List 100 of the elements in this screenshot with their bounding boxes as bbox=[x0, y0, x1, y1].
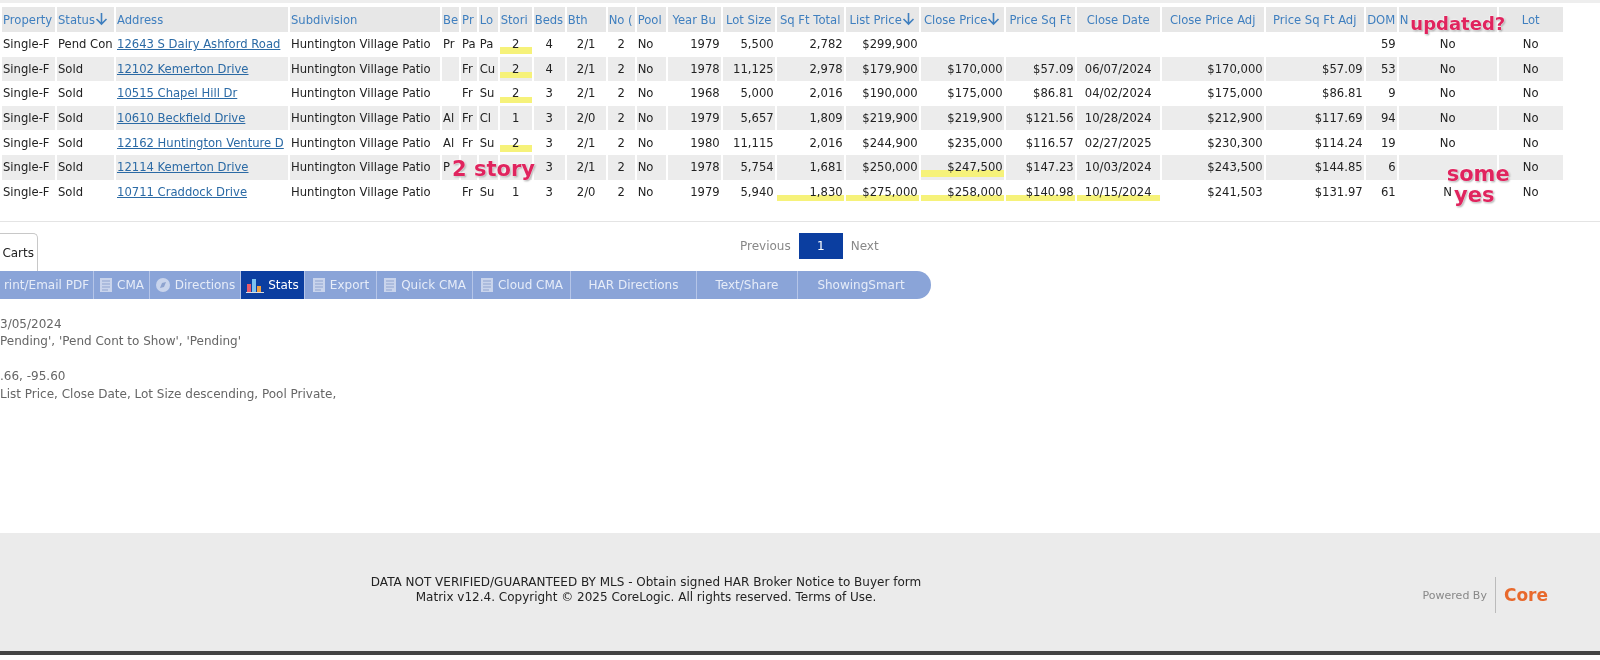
table-cell: Cu bbox=[478, 56, 498, 82]
table-cell-text: Pa bbox=[478, 36, 495, 54]
table-cell: 6 bbox=[1365, 154, 1397, 180]
annotation-text: 2 story bbox=[452, 157, 535, 182]
toolbar-button[interactable]: CMA bbox=[94, 271, 150, 299]
table-cell-text: 2 bbox=[616, 134, 626, 152]
table-cell: No bbox=[1498, 105, 1563, 131]
table-cell-text: No bbox=[1521, 183, 1540, 201]
address-link[interactable]: 12162 Huntington Venture D bbox=[117, 135, 284, 150]
table-cell-text: Pa bbox=[461, 36, 477, 54]
toolbar-button[interactable]: HAR Directions bbox=[571, 271, 697, 299]
table-cell: Sold bbox=[57, 56, 114, 82]
column-header[interactable]: N bbox=[1399, 12, 1409, 27]
table-cell: 2/1 bbox=[566, 56, 606, 82]
table-cell-text: 2/0 bbox=[575, 183, 597, 201]
toolbar-button[interactable]: Quick CMA bbox=[377, 271, 473, 299]
table-cell-text: 2,016 bbox=[808, 85, 844, 103]
table-cell-text: 59 bbox=[1379, 36, 1397, 54]
table-cell: No bbox=[1498, 56, 1563, 82]
toolbar-button[interactable]: Cloud CMA bbox=[473, 271, 571, 299]
table-cell-text: $86.81 bbox=[1321, 85, 1364, 103]
table-cell-text: Single-F bbox=[2, 134, 51, 152]
table-cell: 06/07/2024 bbox=[1076, 56, 1160, 82]
table-cell-text: Huntington Village Patio bbox=[290, 183, 432, 201]
table-cell: 3 bbox=[533, 105, 565, 131]
table-cell: 10/28/2024 bbox=[1076, 105, 1160, 131]
table-cell: $212,900 bbox=[1161, 105, 1264, 131]
toolbar-button[interactable]: rint/Email PDF bbox=[0, 271, 94, 299]
table-cell-text: $114.24 bbox=[1313, 134, 1364, 152]
table-cell-text: 2/1 bbox=[575, 85, 597, 103]
table-cell: $243,500 bbox=[1161, 154, 1264, 180]
table-cell-text: $175,000 bbox=[946, 85, 1004, 103]
table-cell-text: 5,000 bbox=[739, 85, 775, 103]
table-cell: 2/0 bbox=[566, 105, 606, 131]
table-cell: 1,681 bbox=[776, 154, 844, 180]
table-cell: 2,978 bbox=[776, 56, 844, 82]
table-cell-text: 1 bbox=[510, 183, 521, 201]
table-cell: $170,000 bbox=[920, 56, 1004, 82]
table-cell: 1979 bbox=[667, 105, 721, 131]
table-cell-text: 2,016 bbox=[808, 134, 844, 152]
toolbar-button[interactable]: Export bbox=[305, 271, 377, 299]
table-cell: $144.85 bbox=[1265, 154, 1364, 180]
table-cell-text: 3 bbox=[544, 134, 554, 152]
toolbar-button[interactable]: ShowingSmart bbox=[798, 271, 924, 299]
table-cell: $121.56 bbox=[1005, 105, 1075, 131]
table-cell: 5,657 bbox=[722, 105, 775, 131]
table-cell-text: $116.57 bbox=[1024, 134, 1075, 152]
table-cell: No bbox=[636, 56, 666, 82]
table-cell-text: Single-F bbox=[2, 85, 51, 103]
table-cell: Cl bbox=[478, 105, 498, 131]
table-cell: $250,000 bbox=[845, 154, 919, 180]
column-header[interactable]: Address bbox=[117, 12, 164, 27]
table-cell: $147.23 bbox=[1005, 154, 1075, 180]
table-cell-text: Al bbox=[442, 134, 456, 152]
table-cell-text: Sold bbox=[57, 134, 85, 152]
table-cell-text: 19 bbox=[1379, 134, 1397, 152]
table-cell-text: 61 bbox=[1379, 183, 1397, 201]
annotation-text: updated? bbox=[1410, 11, 1506, 36]
address-link[interactable]: 12643 S Dairy Ashford Road bbox=[117, 37, 281, 52]
table-cell: Huntington Village Patio bbox=[290, 56, 440, 82]
table-cell-text: 3 bbox=[544, 183, 554, 201]
table-cell-text: Huntington Village Patio bbox=[290, 134, 432, 152]
document-icon bbox=[479, 277, 494, 293]
table-cell: Fr bbox=[461, 105, 477, 131]
table-cell: 2 bbox=[607, 105, 635, 131]
address-link[interactable]: 10711 Craddock Drive bbox=[117, 184, 248, 199]
table-cell-text: 1979 bbox=[689, 36, 721, 54]
address-link[interactable]: 10515 Chapel Hill Dr bbox=[117, 86, 238, 101]
toolbar-button[interactable]: Stats bbox=[241, 271, 305, 299]
brand-logo: Core bbox=[1503, 585, 1548, 605]
table-cell: No bbox=[1398, 105, 1497, 131]
table-cell-text: No bbox=[1521, 85, 1540, 103]
table-cell-text: No bbox=[636, 183, 655, 201]
criteria-text: List Price, Close Date, Lot Size descending, Pool Private, bbox=[0, 385, 338, 403]
footer-text: DATA NOT VERIFIED/GUARANTEED BY MLS - Obtain signed HAR Broker Notice to Buyer form bbox=[369, 575, 923, 590]
table-cell-text: 1968 bbox=[689, 85, 721, 103]
toolbar-button[interactable]: Text/Share bbox=[697, 271, 798, 299]
table-cell: 1 bbox=[499, 105, 532, 131]
table-cell: $219,900 bbox=[920, 105, 1004, 131]
carts-tab[interactable]: Carts bbox=[0, 233, 38, 271]
table-cell-text: 4 bbox=[544, 36, 554, 54]
table-cell-text: 3 bbox=[544, 85, 554, 103]
table-cell-text: $230,300 bbox=[1206, 134, 1264, 152]
table-cell-text: Fr bbox=[461, 85, 474, 103]
table-cell: 2 bbox=[607, 56, 635, 82]
footer-text: Matrix v12.4. Copyright © 2025 CoreLogic. All rights reserved. Terms of Use. bbox=[414, 590, 878, 605]
table-cell: Al bbox=[442, 105, 460, 131]
table-cell: $57.09 bbox=[1265, 56, 1364, 82]
table-cell-text: Sold bbox=[57, 85, 85, 103]
table-cell: 1,809 bbox=[776, 105, 844, 131]
table-cell: $179,900 bbox=[845, 56, 919, 82]
table-cell: Huntington Village Patio bbox=[290, 105, 440, 131]
document-icon bbox=[99, 277, 113, 293]
table-cell-text: 2/1 bbox=[575, 36, 597, 54]
sort-arrow-icon bbox=[94, 12, 108, 26]
table-cell-text: No bbox=[636, 85, 655, 103]
table-cell-text: 02/27/2025 bbox=[1083, 134, 1153, 152]
table-cell-text: $86.81 bbox=[1032, 85, 1075, 103]
column-header[interactable]: Lot bbox=[1521, 12, 1540, 27]
page-button[interactable]: 1 bbox=[798, 233, 843, 259]
